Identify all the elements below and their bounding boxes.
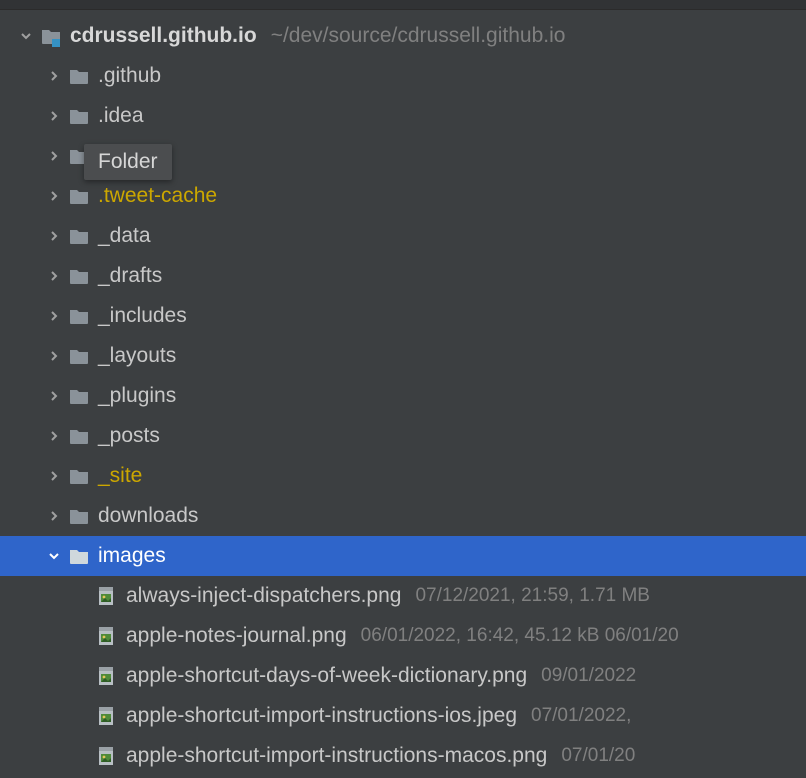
- folder-icon: [68, 345, 90, 367]
- tree-folder-row[interactable]: _includes: [0, 296, 806, 336]
- chevron-right-icon[interactable]: [44, 226, 64, 246]
- folder-icon: [68, 385, 90, 407]
- folder-icon: [68, 465, 90, 487]
- folder-name: downloads: [98, 504, 198, 528]
- window-top-bar: [0, 0, 806, 10]
- folder-name: _plugins: [98, 384, 176, 408]
- file-meta: 09/01/2022: [541, 665, 636, 687]
- chevron-right-icon[interactable]: [44, 66, 64, 86]
- image-file-icon: [96, 705, 118, 727]
- file-name: apple-notes-journal.png: [126, 624, 347, 648]
- tree-file-row[interactable]: apple-shortcut-import-instructions-ios.j…: [0, 696, 806, 736]
- tree-folder-row-images[interactable]: images: [0, 536, 806, 576]
- tree-folder-row[interactable]: _plugins: [0, 376, 806, 416]
- project-folder-icon: [40, 25, 62, 47]
- tree-folder-row[interactable]: downloads: [0, 496, 806, 536]
- chevron-right-icon[interactable]: [44, 186, 64, 206]
- chevron-right-icon[interactable]: [44, 346, 64, 366]
- folder-icon: [68, 105, 90, 127]
- tree-folder-row[interactable]: ache: [0, 136, 806, 176]
- tree-file-row[interactable]: apple-notes-journal.png 06/01/2022, 16:42…: [0, 616, 806, 656]
- tree-folder-row[interactable]: _data: [0, 216, 806, 256]
- folder-name: ache: [98, 144, 144, 168]
- folder-name: images: [98, 544, 166, 568]
- tree-folder-row[interactable]: _drafts: [0, 256, 806, 296]
- file-meta: 07/12/2021, 21:59, 1.71 MB: [415, 585, 650, 607]
- root-path: ~/dev/source/cdrussell.github.io: [271, 24, 566, 48]
- folder-icon: [68, 505, 90, 527]
- chevron-down-icon[interactable]: [44, 546, 64, 566]
- tree-root-row[interactable]: cdrussell.github.io ~/dev/source/cdrusse…: [0, 16, 806, 56]
- chevron-right-icon[interactable]: [44, 426, 64, 446]
- chevron-right-icon[interactable]: [44, 106, 64, 126]
- chevron-right-icon[interactable]: [44, 266, 64, 286]
- folder-name: .github: [98, 64, 161, 88]
- tree-folder-row[interactable]: .idea: [0, 96, 806, 136]
- folder-icon: [68, 145, 90, 167]
- image-file-icon: [96, 745, 118, 767]
- folder-name: _site: [98, 464, 142, 488]
- file-meta: 06/01/2022, 16:42, 45.12 kB 06/01/20: [361, 625, 679, 647]
- chevron-right-icon[interactable]: [44, 306, 64, 326]
- folder-name: _posts: [98, 424, 160, 448]
- folder-name: _layouts: [98, 344, 176, 368]
- project-tree: cdrussell.github.io ~/dev/source/cdrusse…: [0, 10, 806, 776]
- folder-icon: [68, 545, 90, 567]
- folder-name: _drafts: [98, 264, 162, 288]
- folder-icon: [68, 305, 90, 327]
- tree-folder-row[interactable]: _posts: [0, 416, 806, 456]
- chevron-right-icon[interactable]: [44, 506, 64, 526]
- folder-icon: [68, 65, 90, 87]
- folder-name: .tweet-cache: [98, 184, 217, 208]
- folder-icon: [68, 225, 90, 247]
- file-meta: 07/01/20: [561, 745, 635, 767]
- tree-file-row[interactable]: apple-shortcut-days-of-week-dictionary.p…: [0, 656, 806, 696]
- chevron-right-icon[interactable]: [44, 386, 64, 406]
- image-file-icon: [96, 585, 118, 607]
- file-name: always-inject-dispatchers.png: [126, 584, 401, 608]
- tree-file-row[interactable]: apple-shortcut-import-instructions-macos…: [0, 736, 806, 776]
- tree-file-row[interactable]: always-inject-dispatchers.png 07/12/2021,…: [0, 576, 806, 616]
- file-name: apple-shortcut-import-instructions-macos…: [126, 744, 547, 768]
- tree-folder-row[interactable]: .github: [0, 56, 806, 96]
- folder-name: _data: [98, 224, 151, 248]
- file-name: apple-shortcut-days-of-week-dictionary.p…: [126, 664, 527, 688]
- folder-icon: [68, 425, 90, 447]
- file-name: apple-shortcut-import-instructions-ios.j…: [126, 704, 517, 728]
- file-meta: 07/01/2022,: [531, 705, 631, 727]
- chevron-right-icon[interactable]: [44, 466, 64, 486]
- folder-icon: [68, 265, 90, 287]
- tree-folder-row[interactable]: _site: [0, 456, 806, 496]
- image-file-icon: [96, 665, 118, 687]
- root-name: cdrussell.github.io: [70, 24, 257, 48]
- image-file-icon: [96, 625, 118, 647]
- folder-icon: [68, 185, 90, 207]
- folder-name: .idea: [98, 104, 144, 128]
- folder-name: _includes: [98, 304, 187, 328]
- chevron-right-icon[interactable]: [44, 146, 64, 166]
- tree-folder-row[interactable]: _layouts: [0, 336, 806, 376]
- chevron-down-icon[interactable]: [16, 26, 36, 46]
- tree-folder-row[interactable]: .tweet-cache: [0, 176, 806, 216]
